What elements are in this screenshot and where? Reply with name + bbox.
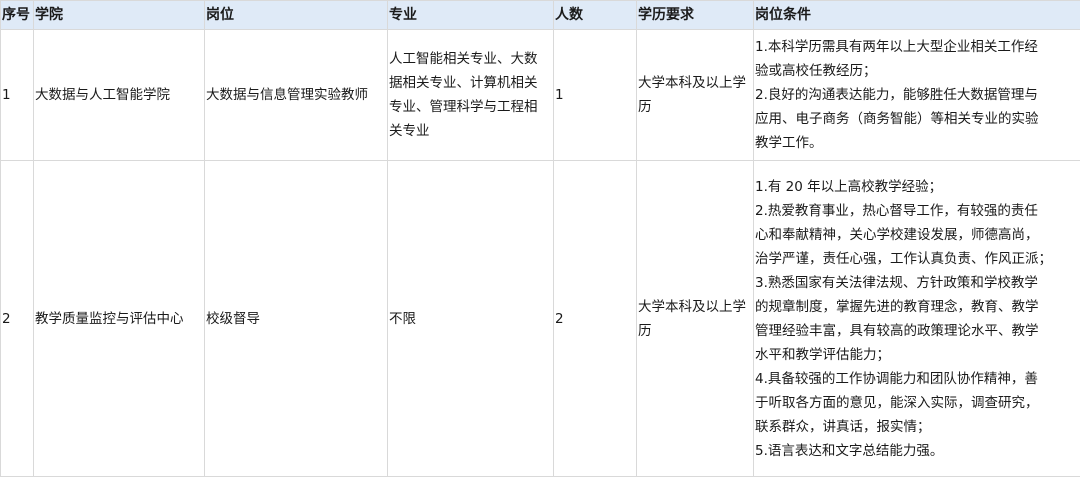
condition-line: 治学严谨，责任心强，工作认真负责、作风正派； [755, 250, 1052, 267]
header-cell-no: 序号 [0, 0, 34, 30]
cell-no: 2 [0, 160, 34, 477]
cell-education: 大学本科及以上学历 [636, 160, 754, 477]
condition-line: 验或高校任教经历； [755, 63, 877, 79]
major-line: 人工智能相关专业、大数 [389, 51, 538, 67]
major-line: 据相关专业、计算机相关 [389, 75, 538, 91]
condition-line: 3.熟悉国家有关法律法规、方针政策和学校教学 [755, 274, 1038, 291]
cell-count: 2 [553, 160, 637, 477]
condition-line: 1.本科学历需具有两年以上大型企业相关工作经 [755, 39, 1038, 55]
cell-college: 教学质量监控与评估中心 [33, 160, 205, 477]
condition-line: 的规章制度，掌握先进的教育理念，教育、教学 [755, 298, 1039, 315]
cell-education: 大学本科及以上学历 [636, 29, 754, 161]
header-cell-position: 岗位 [204, 0, 388, 30]
major-line: 专业、管理科学与工程相 [389, 99, 538, 115]
cell-position: 大数据与信息管理实验教师 [204, 29, 388, 161]
header-cell-conditions: 岗位条件 [753, 0, 1080, 30]
condition-line: 4.具备较强的工作协调能力和团队协作精神，善 [755, 370, 1038, 387]
cell-major: 不限 [387, 160, 554, 477]
major-line: 不限 [389, 310, 416, 327]
header-cell-education: 学历要求 [636, 0, 754, 30]
header-cell-major: 专业 [387, 0, 554, 30]
condition-line: 教学工作。 [755, 135, 823, 151]
header-cell-college: 学院 [33, 0, 205, 30]
recruitment-table: 序号 学院 岗位 专业 人数 学历要求 岗位条件 1 大数据与人工智能学院 大数… [0, 0, 1080, 477]
cell-no: 1 [0, 29, 34, 161]
header-cell-count: 人数 [553, 0, 637, 30]
cell-college: 大数据与人工智能学院 [33, 29, 205, 161]
condition-line: 联系群众，讲真话，报实情； [755, 418, 931, 435]
cell-conditions: 1.本科学历需具有两年以上大型企业相关工作经 验或高校任教经历； 2.良好的沟通… [753, 29, 1080, 161]
cell-conditions: 1.有 20 年以上高校教学经验； 2.热爱教育事业，热心督导工作，有较强的责任… [753, 160, 1080, 477]
cell-count: 1 [553, 29, 637, 161]
table-row: 1 大数据与人工智能学院 大数据与信息管理实验教师 人工智能相关专业、大数 据相… [0, 29, 1080, 161]
condition-line: 水平和教学评估能力； [755, 346, 890, 363]
condition-line: 2.热爱教育事业，热心督导工作，有较强的责任 [755, 202, 1038, 219]
header-row: 序号 学院 岗位 专业 人数 学历要求 岗位条件 [0, 0, 1080, 30]
condition-line: 5.语言表达和文字总结能力强。 [755, 442, 944, 459]
cell-position: 校级督导 [204, 160, 388, 477]
major-line: 关专业 [389, 123, 430, 139]
condition-line: 1.有 20 年以上高校教学经验； [755, 178, 943, 195]
condition-line: 心和奉献精神，关心学校建设发展，师德高尚， [755, 226, 1039, 243]
condition-line: 管理经验丰富，具有较高的政策理论水平、教学 [755, 322, 1039, 339]
condition-line: 于听取各方面的意见，能深入实际，调查研究， [755, 394, 1039, 411]
condition-line: 2.良好的沟通表达能力，能够胜任大数据管理与 [755, 87, 1038, 103]
condition-line: 应用、电子商务（商务智能）等相关专业的实验 [755, 111, 1039, 127]
cell-major: 人工智能相关专业、大数 据相关专业、计算机相关 专业、管理科学与工程相 关专业 [387, 29, 554, 161]
table-row: 2 教学质量监控与评估中心 校级督导 不限 2 大学本科及以上学历 1.有 20… [0, 160, 1080, 477]
